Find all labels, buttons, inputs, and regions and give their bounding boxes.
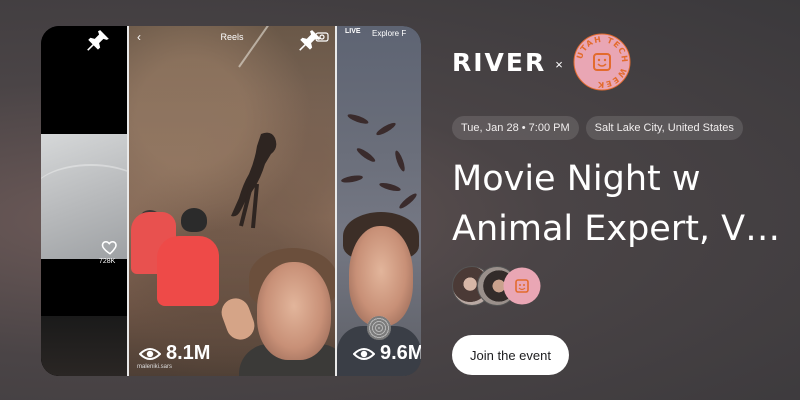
- eye-icon: [139, 347, 161, 360]
- brand-row: RIVER × UTAH TECH WEEK: [452, 33, 631, 91]
- view-count-row: 8.1M: [139, 342, 210, 365]
- view-count: 9.6M: [380, 342, 421, 364]
- moose-figure: [231, 132, 277, 229]
- pin-icon: [87, 30, 109, 51]
- video-clip-center: ‹ Reels 8.1M maleniki.sars: [129, 26, 335, 376]
- date-time-tag: Tue, Jan 28 • 7:00 PM: [452, 116, 579, 140]
- clip-detail: [355, 146, 377, 164]
- clip-detail: [393, 149, 407, 173]
- clip-detail: [181, 208, 207, 232]
- heart-icon: [101, 240, 117, 255]
- host-avatars: [452, 266, 552, 306]
- presenter-face: [257, 262, 331, 360]
- utah-tech-week-avatar: [503, 267, 541, 305]
- clip-detail: [374, 120, 398, 138]
- view-count: 8.1M: [166, 342, 211, 364]
- live-label: LIVE: [345, 28, 361, 35]
- nav-label: Explore F: [372, 29, 407, 38]
- event-title-line: Animal Expert, V…: [452, 209, 781, 249]
- clip-detail: [157, 236, 219, 306]
- utah-tech-week-logo: UTAH TECH WEEK: [573, 33, 631, 91]
- event-meta-tags: Tue, Jan 28 • 7:00 PM Salt Lake City, Un…: [452, 116, 743, 140]
- microphone: [367, 316, 391, 340]
- view-count-row: 9.6M: [353, 342, 421, 365]
- collab-separator: ×: [555, 56, 563, 72]
- event-title: Movie Night w Animal Expert, V…: [452, 154, 787, 254]
- video-clip-right: LIVE Explore F 9.6M: [337, 26, 421, 376]
- like-count: 728K: [99, 258, 116, 265]
- clip-detail: [346, 112, 370, 126]
- event-details: RIVER × UTAH TECH WEEK Tue, Jan 28 • 7:0…: [452, 0, 792, 400]
- video-preview-card: 728K ‹ Reels 8.1M maleniki.sars LIVE Exp…: [41, 26, 421, 376]
- video-clip-left: 728K: [41, 26, 127, 376]
- event-title-line: Movie Night w: [452, 159, 701, 199]
- clip-detail: [397, 191, 419, 211]
- clip-detail: [378, 181, 402, 193]
- clip-detail: [340, 174, 364, 184]
- camera-icon: [315, 32, 329, 42]
- clip-thumbnail: [41, 316, 127, 376]
- river-logo: RIVER: [452, 47, 547, 77]
- eye-icon: [353, 347, 375, 360]
- join-event-button[interactable]: Join the event: [452, 335, 569, 375]
- location-tag: Salt Lake City, United States: [585, 116, 743, 140]
- presenter-face: [349, 226, 413, 326]
- clip-caption: maleniki.sars: [137, 364, 173, 370]
